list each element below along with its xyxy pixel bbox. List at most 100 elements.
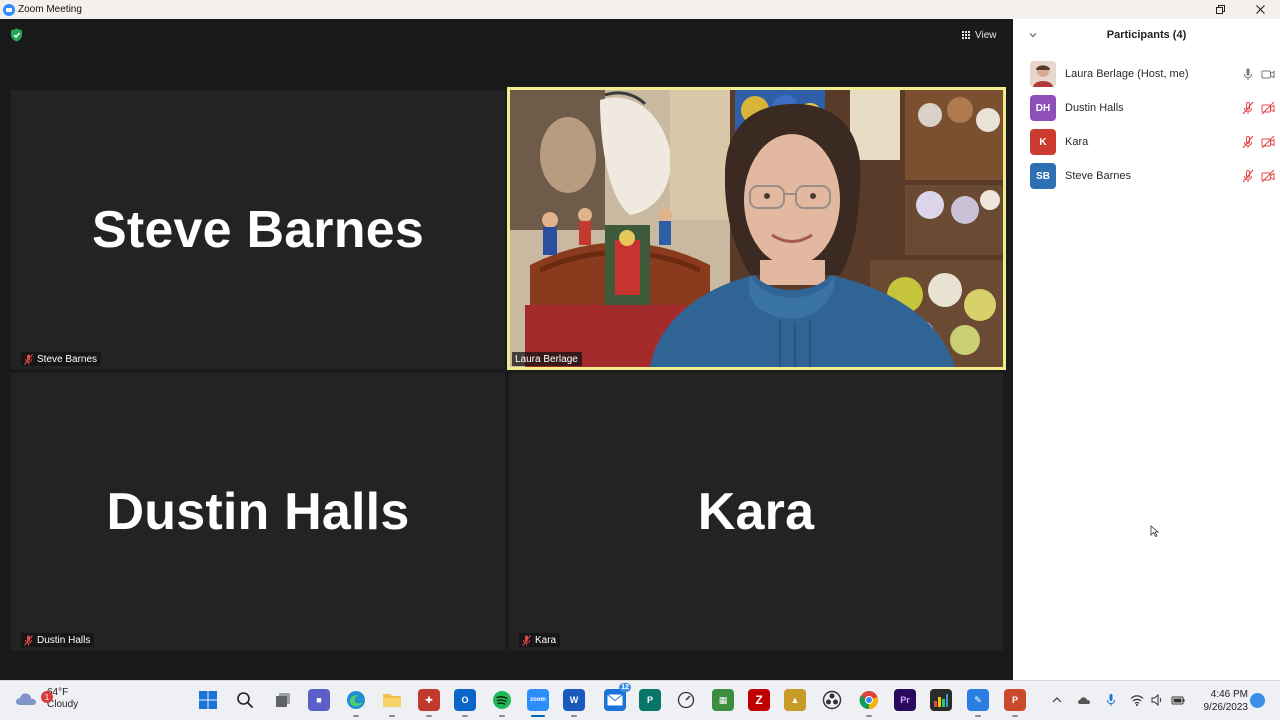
mouse-cursor-icon	[1150, 525, 1159, 537]
participant-row[interactable]: DH Dustin Halls	[1030, 95, 1275, 121]
powerpoint-button[interactable]: P	[1004, 689, 1026, 717]
video-camera-icon[interactable]	[1261, 67, 1275, 81]
participant-name: Kara	[1065, 136, 1089, 148]
clock-date: 9/26/2023	[1203, 702, 1249, 713]
restore-icon	[1215, 5, 1225, 14]
name-tag-label: Steve Barnes	[37, 353, 98, 365]
notification-center-icon[interactable]	[1250, 693, 1265, 708]
grid-view-icon	[962, 30, 971, 40]
speedometer-button[interactable]	[675, 689, 697, 711]
outlook-button[interactable]: O	[454, 689, 476, 717]
task-view-icon	[276, 693, 290, 707]
video-off-icon[interactable]	[1261, 135, 1275, 149]
mic-icon[interactable]	[1241, 67, 1255, 81]
avatar: K	[1030, 129, 1056, 155]
window-title: Zoom Meeting	[18, 4, 82, 15]
edge-icon	[347, 691, 365, 709]
mic-muted-icon[interactable]	[1241, 135, 1255, 149]
video-tile-kara[interactable]: Kara Kara	[509, 373, 1003, 650]
windows-taskbar: 1 64°F Cloudy ■ ✚ O zoom W 12 P ▦ Z ▲ Pr…	[0, 680, 1280, 720]
mic-muted-icon[interactable]	[1241, 169, 1255, 183]
spotify-button[interactable]	[491, 689, 513, 717]
mail-count-badge: 12	[619, 683, 631, 692]
app-green-button[interactable]: ▦	[712, 689, 734, 711]
meeting-area: View Steve Barnes Steve Barnes Laura Ber…	[0, 19, 1013, 680]
name-tag: Dustin Halls	[21, 633, 95, 647]
teams-icon: ■	[316, 695, 322, 705]
restore-button[interactable]	[1200, 0, 1240, 19]
video-off-icon[interactable]	[1261, 101, 1275, 115]
edge-button[interactable]	[345, 689, 367, 717]
search-button[interactable]	[234, 689, 256, 711]
video-tile-laura-berlage[interactable]: Laura Berlage	[507, 87, 1006, 370]
wifi-icon[interactable]	[1130, 693, 1144, 707]
mic-muted-icon[interactable]	[1241, 101, 1255, 115]
app-red-button[interactable]: ✚	[418, 689, 440, 717]
app-blue-button[interactable]: ✎	[967, 689, 989, 717]
view-button[interactable]: View	[962, 27, 997, 43]
chrome-button[interactable]	[858, 689, 880, 717]
app-chart-icon	[934, 694, 948, 707]
video-tile-steve-barnes[interactable]: Steve Barnes Steve Barnes	[11, 90, 505, 369]
participant-controls	[1241, 135, 1275, 149]
participant-controls	[1241, 67, 1275, 81]
publisher-button[interactable]: P	[639, 689, 661, 711]
name-tag: Laura Berlage	[512, 352, 582, 366]
app-yellow-button[interactable]: ▲	[784, 689, 806, 711]
zoom-logo-icon	[3, 3, 15, 16]
spotify-icon	[493, 691, 511, 709]
volume-icon[interactable]	[1150, 693, 1164, 707]
premiere-icon: Pr	[900, 695, 910, 705]
name-tag-label: Dustin Halls	[37, 634, 91, 646]
title-bar: Zoom Meeting	[0, 0, 1280, 19]
participant-display-name: Steve Barnes	[92, 200, 424, 259]
zoom-icon: zoom	[530, 697, 546, 703]
mic-muted-icon	[24, 353, 33, 365]
participants-panel: Participants (4) Laura Berlage (Host, me…	[1013, 19, 1280, 680]
microphone-tray-icon[interactable]	[1104, 693, 1118, 707]
name-tag-label: Kara	[535, 634, 557, 646]
task-view-button[interactable]	[272, 689, 294, 711]
app-blue-icon: ✎	[974, 694, 982, 705]
clock-time: 4:46 PM	[1210, 689, 1248, 700]
battery-icon[interactable]	[1171, 693, 1185, 707]
avatar-photo-icon	[1030, 61, 1056, 87]
onedrive-icon[interactable]	[1077, 693, 1091, 707]
mail-button[interactable]: 12	[604, 683, 631, 711]
participant-controls	[1241, 101, 1275, 115]
close-button[interactable]	[1240, 0, 1280, 19]
avatar: SB	[1030, 163, 1056, 189]
word-button[interactable]: W	[563, 689, 585, 717]
encryption-shield-icon[interactable]	[10, 28, 23, 42]
avatar: DH	[1030, 95, 1056, 121]
filezilla-button[interactable]: Z	[748, 689, 770, 711]
speedometer-icon	[677, 691, 695, 709]
teams-button[interactable]: ■	[308, 689, 330, 711]
weather-condition: Cloudy	[47, 699, 79, 710]
system-clock[interactable]: 4:46 PM 9/26/2023	[1192, 688, 1249, 714]
participant-display-name: Kara	[697, 482, 815, 541]
chrome-icon	[859, 691, 879, 710]
weather-widget[interactable]: 1 64°F Cloudy	[15, 687, 78, 711]
participant-name: Steve Barnes	[1065, 170, 1132, 182]
participant-display-name: Dustin Halls	[106, 482, 410, 541]
participant-row[interactable]: K Kara	[1030, 129, 1275, 155]
participants-header: Participants (4)	[1106, 29, 1187, 41]
outlook-icon: O	[461, 695, 469, 705]
search-icon	[237, 692, 254, 709]
zoom-button[interactable]: zoom	[527, 689, 549, 717]
start-button[interactable]	[197, 689, 219, 711]
premiere-button[interactable]: Pr	[894, 689, 916, 711]
app-red-icon: ✚	[425, 694, 433, 705]
participant-name: Dustin Halls	[1065, 102, 1124, 114]
app-yellow-icon: ▲	[790, 695, 800, 705]
participant-row[interactable]: Laura Berlage (Host, me)	[1030, 61, 1275, 87]
video-tile-dustin-halls[interactable]: Dustin Halls Dustin Halls	[11, 373, 505, 650]
app-chart-button[interactable]	[930, 689, 952, 711]
file-explorer-button[interactable]	[381, 689, 403, 717]
video-off-icon[interactable]	[1261, 169, 1275, 183]
obs-button[interactable]	[821, 689, 843, 711]
chevron-up-icon[interactable]	[1050, 693, 1064, 707]
windows-logo-icon	[199, 691, 217, 709]
participant-row[interactable]: SB Steve Barnes	[1030, 163, 1275, 189]
